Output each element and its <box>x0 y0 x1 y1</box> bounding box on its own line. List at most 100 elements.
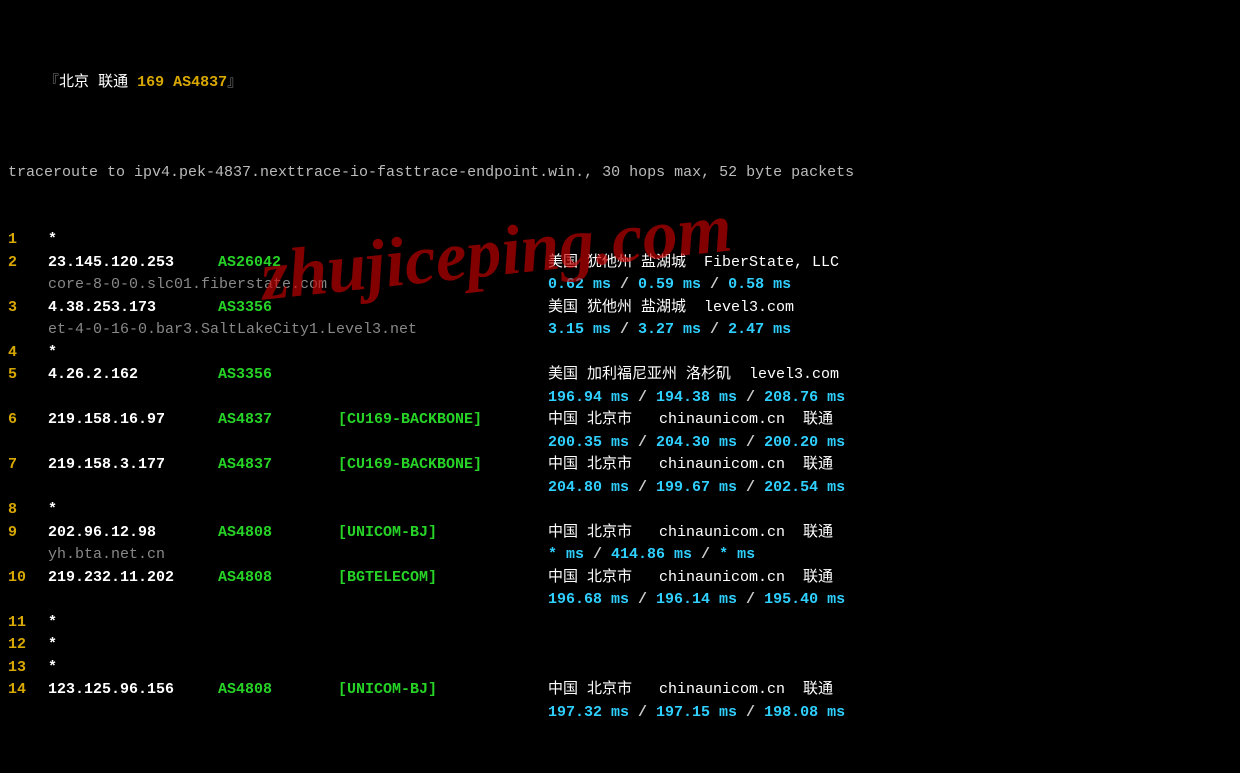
hop-number: 13 <box>8 657 48 680</box>
hop-rtt: * ms <box>548 546 584 563</box>
hop-rtt: 0.59 ms <box>638 276 701 293</box>
hop-asn: AS26042 <box>218 252 338 275</box>
hop-row: 1* <box>8 229 1232 252</box>
hop-hostname: et-4-0-16-0.bar3.SaltLakeCity1.Level3.ne… <box>48 319 548 342</box>
hop-timeout: * <box>48 634 218 657</box>
hop-rtt-group: 3.15 ms / 3.27 ms / 2.47 ms <box>548 319 1232 342</box>
hop-rtt: 204.80 ms <box>548 479 629 496</box>
hop-timeout: * <box>48 612 218 635</box>
hop-hostname <box>48 387 548 410</box>
hop-rtt: 196.94 ms <box>548 389 629 406</box>
hop-detail-row: 196.94 ms / 194.38 ms / 208.76 ms <box>8 387 1232 410</box>
hop-number: 8 <box>8 499 48 522</box>
hop-number: 2 <box>8 252 48 275</box>
hop-rtt: 198.08 ms <box>764 704 845 721</box>
hop-hostname <box>48 702 548 725</box>
hop-detail-row: 204.80 ms / 199.67 ms / 202.54 ms <box>8 477 1232 500</box>
hop-ip: 123.125.96.156 <box>48 679 218 702</box>
hop-detail-row: et-4-0-16-0.bar3.SaltLakeCity1.Level3.ne… <box>8 319 1232 342</box>
hop-detail-row: core-8-0-0.slc01.fiberstate.com0.62 ms /… <box>8 274 1232 297</box>
hop-number: 12 <box>8 634 48 657</box>
hop-nettag: [BGTELECOM] <box>338 567 548 590</box>
hop-timeout: * <box>48 657 218 680</box>
hop-rtt-group: * ms / 414.86 ms / * ms <box>548 544 1232 567</box>
hop-number: 10 <box>8 567 48 590</box>
hop-detail-row: yh.bta.net.cn* ms / 414.86 ms / * ms <box>8 544 1232 567</box>
hop-detail-row: 197.32 ms / 197.15 ms / 198.08 ms <box>8 702 1232 725</box>
hop-row: 8* <box>8 499 1232 522</box>
hops-container: 1*223.145.120.253AS26042美国 犹他州 盐湖城 Fiber… <box>8 229 1232 724</box>
hop-number: 3 <box>8 297 48 320</box>
hop-rtt-group: 0.62 ms / 0.59 ms / 0.58 ms <box>548 274 1232 297</box>
hop-location: 美国 加利福尼亚州 洛杉矶 level3.com <box>548 364 1232 387</box>
hop-row: 9202.96.12.98AS4808[UNICOM-BJ]中国 北京市 chi… <box>8 522 1232 545</box>
hop-rtt: 0.62 ms <box>548 276 611 293</box>
hop-rtt: 200.35 ms <box>548 434 629 451</box>
bracket-open: 『 <box>44 74 59 91</box>
hop-row: 13* <box>8 657 1232 680</box>
hop-rtt: 197.15 ms <box>656 704 737 721</box>
hop-rtt: 200.20 ms <box>764 434 845 451</box>
hop-rtt: 414.86 ms <box>611 546 692 563</box>
hop-row: 10219.232.11.202AS4808[BGTELECOM]中国 北京市 … <box>8 567 1232 590</box>
header-city: 北京 <box>59 74 89 91</box>
hop-location: 中国 北京市 chinaunicom.cn 联通 <box>548 567 1232 590</box>
hop-row: 223.145.120.253AS26042 美国 犹他州 盐湖城 FiberSt… <box>8 252 1232 275</box>
hop-row: 54.26.2.162AS3356美国 加利福尼亚州 洛杉矶 level3.co… <box>8 364 1232 387</box>
hop-rtt: 196.68 ms <box>548 591 629 608</box>
hop-hostname <box>48 589 548 612</box>
hop-ip: 4.26.2.162 <box>48 364 218 387</box>
hop-rtt: 199.67 ms <box>656 479 737 496</box>
hop-ip: 202.96.12.98 <box>48 522 218 545</box>
bracket-close: 』 <box>227 74 242 91</box>
hop-asn: AS4808 <box>218 522 338 545</box>
hop-detail-row: 196.68 ms / 196.14 ms / 195.40 ms <box>8 589 1232 612</box>
hop-timeout: * <box>48 499 218 522</box>
terminal-output: 『北京 联通 169 AS4837』 traceroute to ipv4.pe… <box>0 0 1240 773</box>
hop-rtt: 2.47 ms <box>728 321 791 338</box>
hop-number: 9 <box>8 522 48 545</box>
hop-rtt: 197.32 ms <box>548 704 629 721</box>
hop-rtt: 196.14 ms <box>656 591 737 608</box>
hop-rtt-group: 196.68 ms / 196.14 ms / 195.40 ms <box>548 589 1232 612</box>
hop-rtt: 194.38 ms <box>656 389 737 406</box>
hop-hostname: core-8-0-0.slc01.fiberstate.com <box>48 274 548 297</box>
hop-location: 美国 犹他州 盐湖城 level3.com <box>548 297 1232 320</box>
hop-rtt-group: 196.94 ms / 194.38 ms / 208.76 ms <box>548 387 1232 410</box>
hop-location: 中国 北京市 chinaunicom.cn 联通 <box>548 522 1232 545</box>
hop-number: 11 <box>8 612 48 635</box>
hop-asn: AS4837 <box>218 409 338 432</box>
hop-location: 中国 北京市 chinaunicom.cn 联通 <box>548 454 1232 477</box>
hop-number: 6 <box>8 409 48 432</box>
hop-number: 14 <box>8 679 48 702</box>
hop-asn: AS4837 <box>218 454 338 477</box>
hop-rtt-group: 204.80 ms / 199.67 ms / 202.54 ms <box>548 477 1232 500</box>
hop-rtt: 195.40 ms <box>764 591 845 608</box>
hop-nettag: [CU169-BACKBONE] <box>338 409 548 432</box>
hop-rtt: 208.76 ms <box>764 389 845 406</box>
hop-rtt: * ms <box>719 546 755 563</box>
hop-number: 1 <box>8 229 48 252</box>
hop-rtt: 204.30 ms <box>656 434 737 451</box>
hop-rtt-group: 197.32 ms / 197.15 ms / 198.08 ms <box>548 702 1232 725</box>
hop-location: 美国 犹他州 盐湖城 FiberState, LLC <box>548 252 1232 275</box>
hop-row: 7219.158.3.177AS4837[CU169-BACKBONE]中国 北… <box>8 454 1232 477</box>
hop-ip: 219.158.16.97 <box>48 409 218 432</box>
hop-row: 6219.158.16.97AS4837[CU169-BACKBONE]中国 北… <box>8 409 1232 432</box>
hop-row: 14123.125.96.156AS4808[UNICOM-BJ]中国 北京市 … <box>8 679 1232 702</box>
hop-nettag: [UNICOM-BJ] <box>338 522 548 545</box>
trace-header: 『北京 联通 169 AS4837』 <box>8 49 1232 117</box>
hop-hostname: yh.bta.net.cn <box>48 544 548 567</box>
hop-hostname <box>48 432 548 455</box>
hop-nettag: [CU169-BACKBONE] <box>338 454 548 477</box>
hop-ip: 219.158.3.177 <box>48 454 218 477</box>
hop-location: 中国 北京市 chinaunicom.cn 联通 <box>548 409 1232 432</box>
hop-ip: 23.145.120.253 <box>48 252 218 275</box>
hop-nettag: [UNICOM-BJ] <box>338 679 548 702</box>
hop-rtt-group: 200.35 ms / 204.30 ms / 200.20 ms <box>548 432 1232 455</box>
hop-rtt: 0.58 ms <box>728 276 791 293</box>
hop-asn: AS4808 <box>218 567 338 590</box>
hop-row: 12* <box>8 634 1232 657</box>
hop-number: 5 <box>8 364 48 387</box>
hop-timeout: * <box>48 342 218 365</box>
